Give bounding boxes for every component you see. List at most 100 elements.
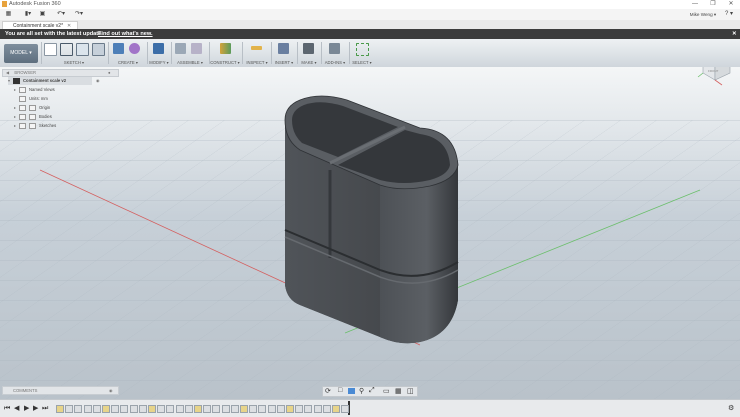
viewports-icon[interactable]: ◫: [407, 387, 414, 395]
browser-header[interactable]: ◀ BROWSER ●: [2, 69, 119, 77]
timeline-feature[interactable]: [295, 405, 304, 413]
previous-step-icon[interactable]: ◀: [14, 405, 19, 412]
first-step-icon[interactable]: ⏮: [4, 405, 10, 412]
browser-title: BROWSER: [14, 70, 37, 75]
document-tab-bar: Containment scale v2* ✕: [0, 20, 740, 30]
update-banner: You are all set with the latest update. …: [0, 29, 740, 39]
timeline-feature[interactable]: [240, 405, 248, 413]
help-icon[interactable]: ? ▾: [722, 10, 736, 19]
timeline-feature[interactable]: [111, 405, 120, 413]
timeline-feature[interactable]: [83, 405, 92, 413]
timeline-feature[interactable]: [212, 405, 221, 413]
grid-icon[interactable]: ▦: [4, 10, 13, 19]
zoom-icon[interactable]: ⚲: [359, 387, 364, 395]
window-title: Autodesk Fusion 360: [9, 1, 61, 7]
sketch-group[interactable]: SKETCH ▾: [42, 41, 106, 65]
insert-group[interactable]: INSERT ▾: [272, 41, 296, 65]
timeline-feature[interactable]: [194, 405, 202, 413]
containment-body[interactable]: [284, 95, 459, 344]
timeline-feature[interactable]: [313, 405, 322, 413]
timeline-feature[interactable]: [184, 405, 193, 413]
timeline-feature[interactable]: [92, 405, 101, 413]
workspace-switcher[interactable]: MODEL ▾: [4, 44, 38, 63]
timeline-feature[interactable]: [74, 405, 83, 413]
undo-icon[interactable]: ↶▾: [54, 10, 68, 19]
create-sketch-icon: [76, 43, 89, 56]
banner-message: You are all set with the latest update.: [5, 31, 103, 37]
timeline-feature[interactable]: [304, 405, 313, 413]
save-icon[interactable]: ▣: [38, 10, 47, 19]
timeline-feature[interactable]: [341, 405, 350, 413]
maximize-icon[interactable]: ❐: [704, 0, 722, 9]
browser-node-units[interactable]: Units: mm: [19, 95, 48, 103]
add-ins-group[interactable]: ADD-INS ▾: [322, 41, 348, 65]
browser-node-named-views[interactable]: ▸ Named Views: [14, 86, 55, 94]
timeline-feature[interactable]: [332, 405, 340, 413]
orbit-icon[interactable]: ⟳: [325, 387, 331, 395]
look-at-icon[interactable]: □: [338, 387, 342, 394]
browser-root[interactable]: ▾ Containment scale v2 ◉: [8, 77, 100, 85]
timeline-feature[interactable]: [138, 405, 147, 413]
redo-icon[interactable]: ↷▾: [72, 10, 86, 19]
create-label: CREATE ▾: [118, 60, 138, 65]
user-menu[interactable]: Mike Weng ▾: [688, 10, 718, 19]
construct-group[interactable]: CONSTRUCT ▾: [210, 41, 240, 65]
timeline-feature[interactable]: [203, 405, 212, 413]
grid-settings-icon[interactable]: ▦: [395, 387, 402, 395]
timeline-feature[interactable]: [102, 405, 110, 413]
timeline-feature[interactable]: [230, 405, 239, 413]
timeline-feature[interactable]: [286, 405, 294, 413]
timeline-feature[interactable]: [267, 405, 276, 413]
close-window-icon[interactable]: ✕: [722, 0, 740, 9]
construct-label: CONSTRUCT ▾: [210, 60, 240, 65]
next-step-icon[interactable]: ▶: [33, 405, 38, 412]
comments-add-icon[interactable]: ◉: [109, 387, 113, 394]
file-icon[interactable]: ▮▾: [22, 10, 34, 19]
comments-panel[interactable]: COMMENTS ◉: [2, 386, 119, 395]
fusion-app-icon: [2, 1, 7, 7]
pan-icon[interactable]: [348, 388, 355, 394]
offset-plane-icon: [220, 43, 231, 54]
whats-new-link[interactable]: Find out what's new.: [98, 29, 153, 39]
timeline-feature[interactable]: [120, 405, 129, 413]
timeline-feature[interactable]: [65, 405, 74, 413]
play-icon[interactable]: ▶: [24, 405, 29, 412]
inspect-group[interactable]: INSPECT ▾: [244, 41, 270, 65]
select-label: SELECT ▾: [352, 60, 372, 65]
timeline-feature[interactable]: [322, 405, 331, 413]
display-icon[interactable]: ▭: [383, 387, 390, 395]
new-component-icon: [175, 43, 186, 54]
timeline-feature[interactable]: [56, 405, 64, 413]
timeline-feature[interactable]: [129, 405, 138, 413]
node-label: Sketches: [39, 123, 57, 128]
banner-close-icon[interactable]: ✕: [732, 29, 737, 39]
timeline-feature[interactable]: [148, 405, 156, 413]
timeline-feature[interactable]: [166, 405, 175, 413]
minimize-icon[interactable]: —: [686, 0, 704, 9]
modify-group[interactable]: MODIFY ▾: [148, 41, 170, 65]
joint-icon: [191, 43, 202, 54]
create-group[interactable]: CREATE ▾: [110, 41, 146, 65]
fit-icon[interactable]: ⤢: [369, 387, 375, 395]
make-group[interactable]: MAKE ▾: [298, 41, 320, 65]
browser-node-sketches[interactable]: ▸ Sketches: [14, 122, 56, 130]
timeline-feature[interactable]: [258, 405, 267, 413]
collapse-icon[interactable]: ◀: [6, 70, 9, 75]
select-group[interactable]: SELECT ▾: [350, 41, 374, 65]
sketch-label: SKETCH ▾: [63, 60, 85, 65]
timeline-feature[interactable]: [157, 405, 166, 413]
stop-sketch-icon: [92, 43, 105, 56]
last-step-icon[interactable]: ⏭: [42, 405, 48, 412]
browser-node-bodies[interactable]: ▸ Bodies: [14, 113, 52, 121]
timeline-feature[interactable]: [221, 405, 230, 413]
add-ins-label: ADD-INS ▾: [324, 60, 346, 65]
settings-icon[interactable]: ⚙: [728, 405, 734, 412]
assemble-group[interactable]: ASSEMBLE ▾: [172, 41, 208, 65]
timeline-feature[interactable]: [249, 405, 258, 413]
timeline-feature[interactable]: [175, 405, 184, 413]
timeline-feature[interactable]: [276, 405, 285, 413]
browser-node-origin[interactable]: ▸ Origin: [14, 104, 50, 112]
sketch-line-icon: [44, 43, 57, 56]
pin-icon[interactable]: ●: [108, 70, 111, 76]
root-settings-icon[interactable]: ◉: [96, 77, 100, 85]
